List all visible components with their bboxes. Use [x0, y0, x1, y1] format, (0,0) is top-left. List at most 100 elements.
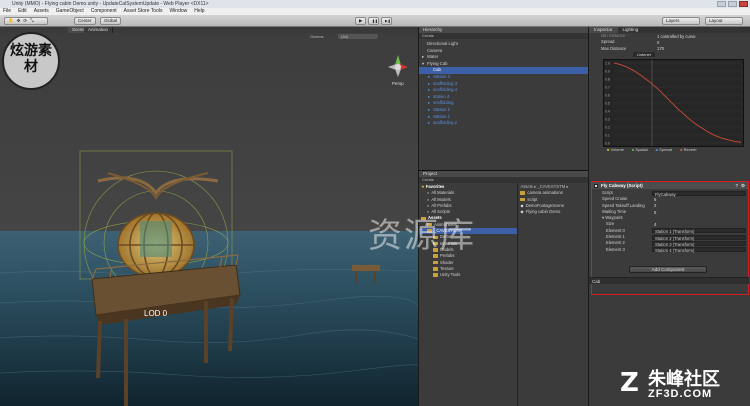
watermark-brand: Z 朱峰社区 ZF3D.COM — [618, 364, 750, 406]
graph-tick-label: 0.1 — [605, 133, 610, 137]
hierarchy-item[interactable]: ▸ Water — [419, 54, 588, 61]
gear-icon[interactable]: ⚙ — [741, 182, 745, 189]
menu-assets[interactable]: Assets — [34, 8, 49, 15]
hierarchy-item[interactable]: ▸ Station 3 — [419, 74, 588, 81]
hierarchy-item-label: scaffolding 4 — [433, 87, 458, 93]
hierarchy-item[interactable]: Camera — [419, 48, 588, 55]
hierarchy-item-label: Station 2 — [433, 106, 450, 112]
graph-tick-label: 0.2 — [605, 125, 610, 129]
component-field-value[interactable]: Station 2 (Transform) — [652, 234, 746, 241]
step-button[interactable]: ▶❚ — [381, 17, 392, 25]
component-header[interactable]: Fly Cabway (Script) ⚙ ? — [592, 182, 748, 189]
component-field-value[interactable]: 2 — [652, 203, 656, 208]
space-toggle[interactable]: Global — [100, 17, 122, 25]
inspector-footer: Cab — [589, 277, 749, 284]
field-value[interactable]: 170 — [655, 46, 664, 51]
menu-help[interactable]: Help — [194, 8, 204, 15]
component-field-value[interactable]: Station 3 (Transform) — [652, 241, 746, 247]
layers-label: Layers — [666, 18, 680, 23]
component-field-value[interactable]: Station 1 (Transform) — [652, 228, 746, 234]
hierarchy-item-label: Flying Cab — [427, 60, 448, 66]
rolloff-curve-graph[interactable]: 1.0 0.9 0.8 0.7 0.6 0.5 0.4 0.3 0.2 0.1 0.0 — [603, 58, 744, 147]
hand-tool-icon[interactable]: ✋ — [8, 18, 14, 24]
scene-sky — [0, 33, 418, 233]
component-field-label: Element 0 — [606, 227, 625, 233]
rotate-tool-icon[interactable]: ⟳ — [23, 18, 27, 24]
project-tree-item[interactable]: Unity Tools — [419, 272, 517, 278]
legend-spatial[interactable]: Spatial — [632, 147, 647, 153]
component-enabled-checkbox[interactable] — [594, 183, 598, 188]
scene-panel: Scene Animation Gizmos (All) Persp LOD 0… — [0, 27, 418, 406]
add-component-button[interactable]: Add Component — [629, 266, 707, 273]
field-label: Spread — [601, 39, 615, 45]
hierarchy-item[interactable]: ▸ scaffolding — [419, 100, 588, 107]
hierarchy-item-label: scaffolding 3 — [433, 80, 458, 86]
star-icon: ★ — [421, 184, 425, 189]
project-asset-label: camera animations — [527, 190, 563, 196]
legend-reverb[interactable]: Reverb — [680, 147, 697, 153]
brand-en-text: ZF3D.COM — [648, 388, 713, 400]
project-asset-label: script — [527, 196, 538, 202]
hierarchy-item[interactable]: ▸ scaffolding 3 — [419, 81, 588, 88]
layout-label: Layout — [709, 18, 723, 23]
project-tree-item-label: Shader — [440, 259, 454, 265]
component-field-label: Waiting Time — [602, 208, 627, 214]
project-tree-item-label: Unity Tools — [440, 272, 461, 278]
component-field-value[interactable]: Station 4 (Transform) — [652, 247, 746, 253]
menu-gameobject[interactable]: GameObject — [56, 8, 84, 15]
hierarchy-item[interactable]: ▸ Station 1 — [419, 114, 588, 121]
minimize-button[interactable] — [717, 1, 726, 7]
hierarchy-item[interactable]: ▸ Station 2 — [419, 107, 588, 114]
gizmos-dropdown[interactable]: Gizmos — [310, 34, 324, 39]
component-field-value[interactable]: 4 — [652, 222, 656, 227]
hierarchy-item[interactable]: ▸ station 4 — [419, 94, 588, 101]
close-button[interactable] — [739, 1, 748, 7]
field-value[interactable]: 1 controlled by curve — [655, 34, 696, 39]
scene-water — [0, 231, 418, 406]
pause-button[interactable]: ❚❚ — [368, 17, 379, 25]
hierarchy-create-button[interactable]: Create — [422, 33, 434, 38]
layers-dropdown[interactable]: Layers — [662, 17, 700, 25]
favorites-label: Favorites — [425, 184, 445, 189]
pivot-toggle[interactable]: Center — [74, 17, 96, 25]
hierarchy-item[interactable]: ▸ scaffolding 2 — [419, 120, 588, 127]
component-fields: Script FlyCabway Speed Cruise 6 Speed Takeof… — [592, 189, 748, 253]
scene-render — [0, 33, 418, 406]
hierarchy-item-label: Directional Light — [427, 41, 458, 46]
move-tool-icon[interactable]: ✥ — [17, 18, 21, 24]
layout-dropdown[interactable]: Layout — [705, 17, 743, 25]
hierarchy-item[interactable]: Cab — [419, 67, 588, 74]
window-titlebar: Unity (MMO) - Flying cabin Demo.unity - … — [0, 0, 750, 8]
graph-tick-label: 0.5 — [605, 101, 610, 105]
scene-search-input[interactable]: (All) — [338, 34, 378, 39]
field-value[interactable]: 0 — [655, 40, 659, 45]
graph-tick-label: 0.6 — [605, 93, 610, 97]
scene-viewport[interactable]: Gizmos (All) Persp LOD 0 — [0, 33, 418, 406]
legend-spread[interactable]: Spread — [656, 147, 672, 153]
project-create-button[interactable]: Create — [422, 177, 434, 182]
menu-file[interactable]: File — [3, 8, 11, 15]
project-asset-list: camera animations script ◆ DemoFootageScene… — [518, 190, 588, 215]
field-label: Min Distance — [601, 33, 626, 38]
component-field-value[interactable]: 6 — [652, 197, 656, 202]
graph-tick-label: 0.7 — [605, 85, 610, 89]
menu-asset-store-tools[interactable]: Asset Store Tools — [124, 8, 163, 15]
project-assets: Assets ▸ _CAVESYSTM ▸ camera animations s… — [518, 183, 588, 406]
legend-volume[interactable]: Volume — [607, 147, 624, 153]
hierarchy-item[interactable]: ▸ scaffolding 4 — [419, 87, 588, 94]
project-asset-item[interactable]: ◆ Flying cabin Demo — [518, 209, 588, 215]
hierarchy-item[interactable]: Directional Light — [419, 41, 588, 48]
component-field-value[interactable]: FlyCabway — [652, 190, 746, 197]
hierarchy-item[interactable]: ▾ Flying Cab — [419, 61, 588, 68]
field-label: Max Distance — [601, 45, 627, 51]
persp-label[interactable]: Persp — [392, 81, 404, 86]
menu-edit[interactable]: Edit — [18, 8, 27, 15]
help-icon[interactable]: ? — [735, 182, 738, 189]
menu-component[interactable]: Component — [91, 8, 117, 15]
component-field-value[interactable]: 5 — [652, 210, 656, 215]
scale-tool-icon[interactable]: ⤡ — [30, 18, 34, 24]
menu-window[interactable]: Window — [169, 8, 187, 15]
component-field-label[interactable]: ▾ Waypoint — [602, 215, 623, 220]
maximize-button[interactable] — [728, 1, 737, 7]
play-button[interactable]: ▶ — [355, 17, 366, 25]
